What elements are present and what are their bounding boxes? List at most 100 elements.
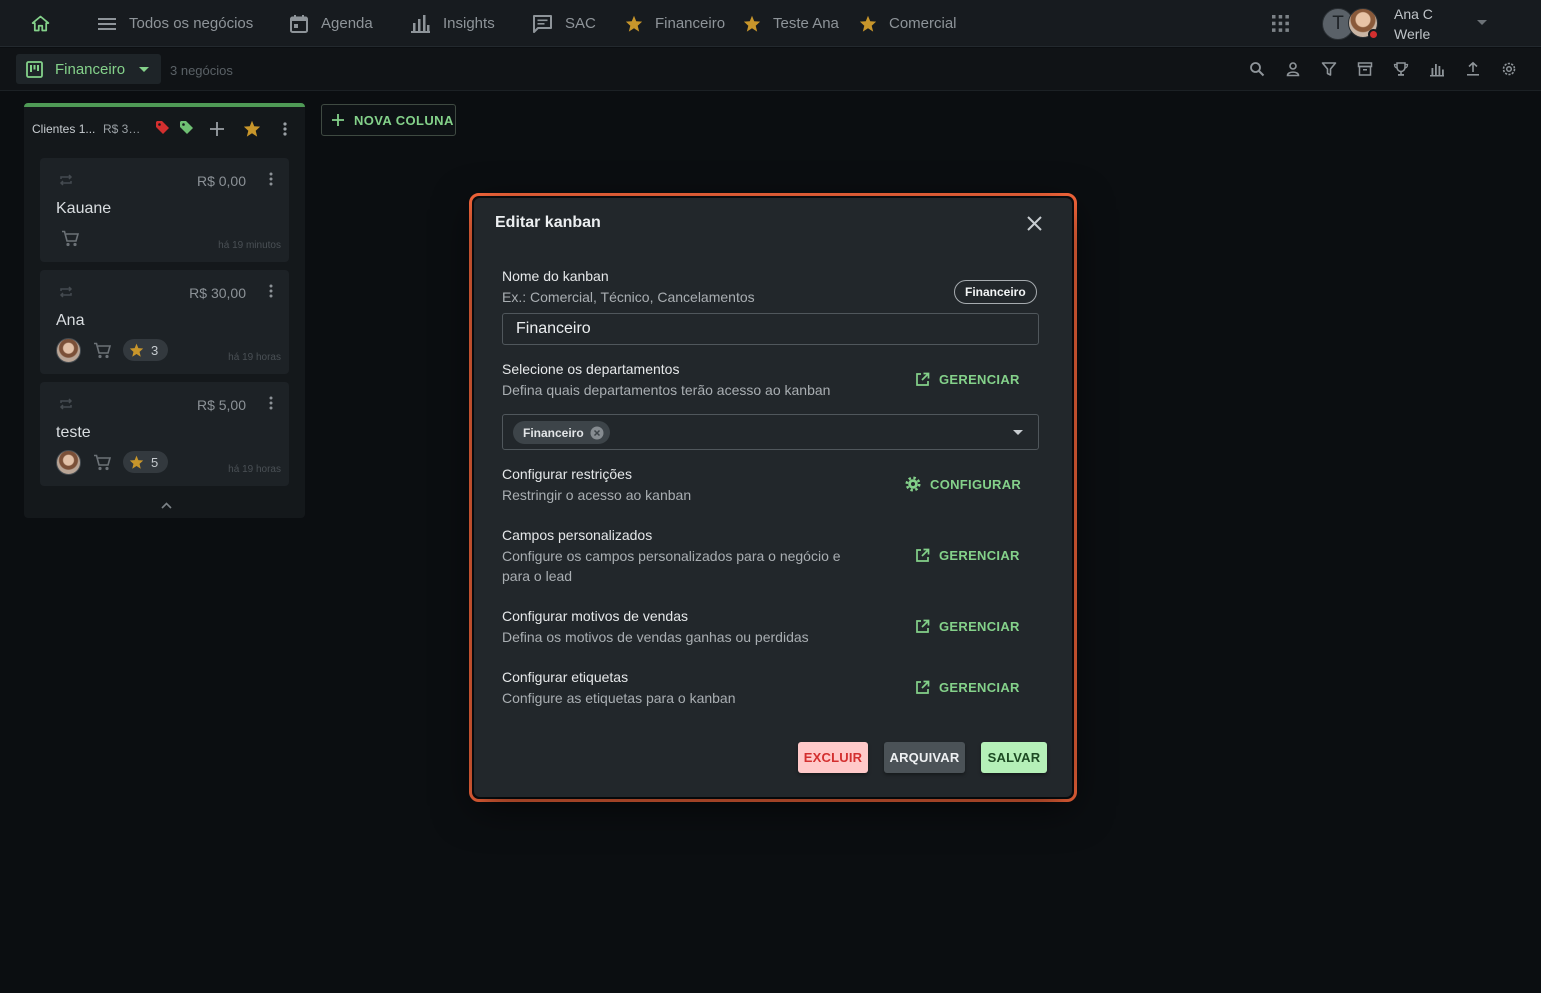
top-navigation: Todos os negócios Agenda Insights SAC Fi… xyxy=(0,0,1541,47)
manage-tags-button[interactable]: GERENCIAR xyxy=(915,675,1020,699)
more-vertical-icon[interactable] xyxy=(269,284,273,298)
manage-custom-fields-button[interactable]: GERENCIAR xyxy=(915,543,1020,567)
more-vertical-icon[interactable] xyxy=(269,172,273,186)
cart-icon xyxy=(93,454,111,471)
trophy-icon[interactable] xyxy=(1393,61,1409,77)
stats-icon[interactable] xyxy=(1429,61,1445,77)
dialog-title: Editar kanban xyxy=(495,214,601,231)
nav-all-deals[interactable]: Todos os negócios xyxy=(97,0,253,47)
department-chip: Financeiro xyxy=(513,421,610,444)
score-badge: 3 xyxy=(123,339,169,361)
user-name[interactable]: Ana C Werle xyxy=(1394,4,1464,44)
star-icon xyxy=(859,15,877,32)
avatar xyxy=(56,337,81,363)
deal-time-ago: há 19 horas xyxy=(228,352,281,363)
column-total: R$ 35,... xyxy=(103,122,147,136)
tags-desc: Configure as etiquetas para o kanban xyxy=(502,690,736,706)
custom-fields-title: Campos personalizados xyxy=(502,527,653,543)
sale-reasons-title: Configurar motivos de vendas xyxy=(502,608,688,624)
add-icon xyxy=(332,114,344,126)
filter-icon[interactable] xyxy=(1321,61,1337,77)
home-icon[interactable] xyxy=(30,13,51,34)
cart-icon xyxy=(93,342,111,359)
apps-grid-icon[interactable] xyxy=(1271,14,1290,33)
more-vertical-icon[interactable] xyxy=(269,396,273,410)
chevron-up-icon[interactable] xyxy=(161,502,172,509)
manage-departments-button[interactable]: GERENCIAR xyxy=(915,367,1020,391)
settings-icon[interactable] xyxy=(1501,61,1517,77)
new-column-button[interactable]: NOVA COLUNA xyxy=(321,104,456,136)
chevron-down-icon[interactable] xyxy=(1477,20,1487,26)
status-badge xyxy=(1368,29,1379,40)
new-column-label: NOVA COLUNA xyxy=(354,112,454,128)
manage-sale-reasons-button[interactable]: GERENCIAR xyxy=(915,614,1020,638)
custom-fields-desc: Configure os campos personalizados para … xyxy=(502,548,841,584)
tag-green-icon[interactable] xyxy=(179,120,194,135)
sale-reasons-desc: Defina os motivos de vendas ganhas ou pe… xyxy=(502,629,809,645)
score-value: 3 xyxy=(151,342,159,358)
chat-icon xyxy=(532,14,553,34)
nav-fav-teste-ana[interactable]: Teste Ana xyxy=(743,0,839,47)
star-icon xyxy=(129,343,144,357)
deal-card[interactable]: R$ 0,00 Kauane há 19 minutos xyxy=(40,158,289,262)
deal-time-ago: há 19 horas xyxy=(228,464,281,475)
open-external-icon xyxy=(915,619,930,634)
nav-fav-financeiro[interactable]: Financeiro xyxy=(625,0,725,47)
chevron-down-icon xyxy=(139,67,149,72)
nav-fav-comercial[interactable]: Comercial xyxy=(859,0,957,47)
chevron-down-icon xyxy=(1013,430,1023,435)
nav-insights[interactable]: Insights xyxy=(410,0,495,47)
manage-tags-label: GERENCIAR xyxy=(939,679,1020,695)
open-external-icon xyxy=(915,372,930,387)
repeat-icon xyxy=(58,174,74,186)
close-icon[interactable] xyxy=(1027,216,1042,231)
deal-time-ago: há 19 minutos xyxy=(218,240,281,251)
deal-value: R$ 0,00 xyxy=(196,173,246,189)
deal-name: Ana xyxy=(56,312,85,329)
open-external-icon xyxy=(915,548,930,563)
deal-card[interactable]: R$ 5,00 teste 5 há 19 horas xyxy=(40,382,289,486)
nav-fav-financeiro-label: Financeiro xyxy=(655,15,726,32)
tags-title: Configurar etiquetas xyxy=(502,669,629,685)
star-icon[interactable] xyxy=(243,120,261,137)
upload-icon[interactable] xyxy=(1465,61,1481,77)
repeat-icon xyxy=(58,398,74,410)
archive-icon[interactable] xyxy=(1357,61,1373,77)
avatar xyxy=(56,449,81,475)
star-icon xyxy=(743,15,761,32)
calendar-icon xyxy=(289,14,309,34)
user-filter-icon[interactable] xyxy=(1285,61,1301,77)
nav-agenda[interactable]: Agenda xyxy=(289,0,373,47)
kanban-name-input[interactable] xyxy=(502,313,1039,345)
kanban-name-chip: Financeiro xyxy=(954,280,1037,304)
save-button[interactable]: SALVAR xyxy=(981,742,1047,773)
column-title[interactable]: Clientes 1... xyxy=(32,122,96,136)
kanban-column: Clientes 1... R$ 35,... R$ 0,00 Kauane h… xyxy=(24,103,305,518)
score-value: 5 xyxy=(151,454,159,470)
deal-card[interactable]: R$ 30,00 Ana 3 há 19 horas xyxy=(40,270,289,374)
tag-red-icon[interactable] xyxy=(155,120,170,135)
deal-meta: 5 xyxy=(56,449,169,475)
remove-chip-icon[interactable] xyxy=(590,426,604,440)
more-vertical-icon[interactable] xyxy=(283,122,287,136)
nav-fav-comercial-label: Comercial xyxy=(889,15,957,32)
nav-agenda-label: Agenda xyxy=(321,15,373,32)
deal-value: R$ 30,00 xyxy=(189,285,246,301)
board-toolbar: Financeiro 3 negócios xyxy=(0,48,1541,91)
configure-restrictions-button[interactable]: CONFIGURAR xyxy=(905,472,1021,496)
delete-button[interactable]: EXCLUIR xyxy=(798,742,868,773)
departments-select[interactable]: Financeiro xyxy=(502,414,1039,450)
restrictions-title: Configurar restrições xyxy=(502,466,632,482)
add-icon[interactable] xyxy=(210,122,224,136)
search-icon[interactable] xyxy=(1249,61,1265,77)
deal-name: teste xyxy=(56,424,91,441)
nav-sac[interactable]: SAC xyxy=(532,0,596,47)
list-icon xyxy=(97,16,117,32)
deal-meta xyxy=(61,226,79,250)
archive-button[interactable]: ARQUIVAR xyxy=(884,742,965,773)
nav-insights-label: Insights xyxy=(443,15,495,32)
board-selector[interactable]: Financeiro xyxy=(16,54,161,84)
edit-kanban-dialog: Editar kanban Nome do kanban Ex.: Comerc… xyxy=(474,198,1072,797)
bar-chart-icon xyxy=(410,14,431,33)
deal-name: Kauane xyxy=(56,200,112,217)
